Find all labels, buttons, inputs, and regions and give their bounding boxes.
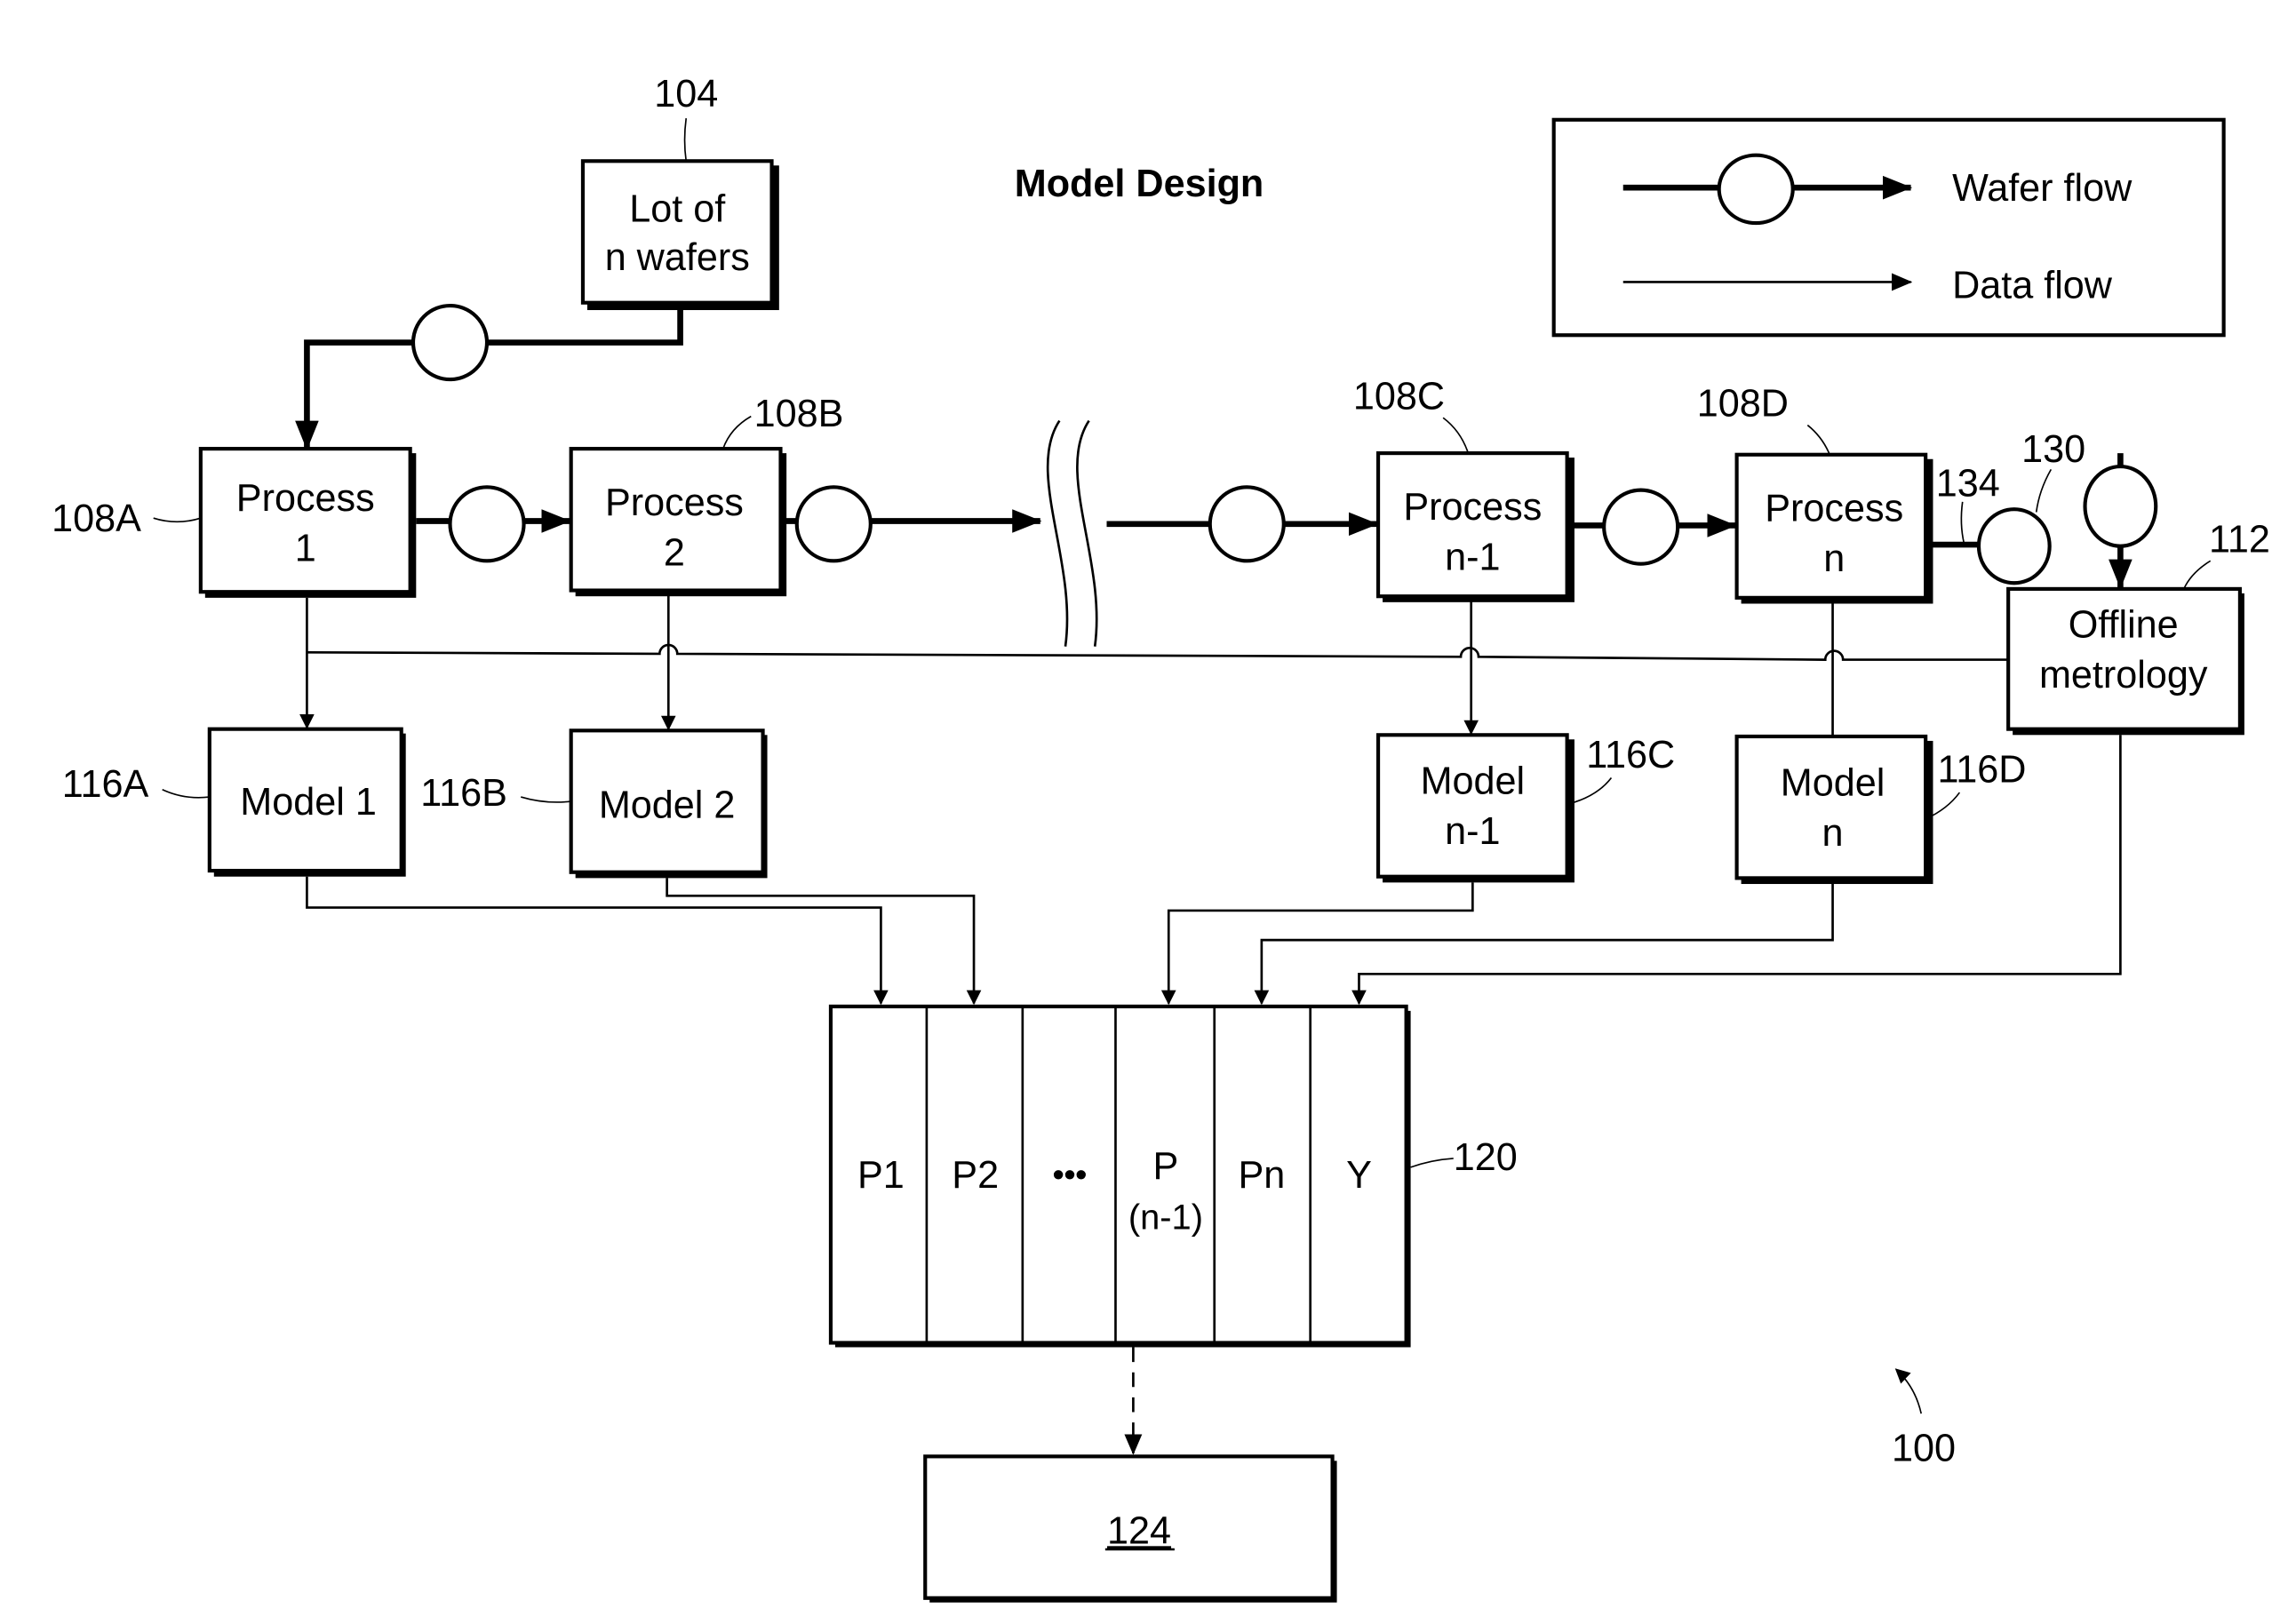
wafer-icon: [1976, 507, 2052, 585]
column-p1: P1: [857, 1154, 905, 1197]
ref-model-1: 116A: [62, 763, 149, 806]
ref-process-2: 108B: [754, 393, 844, 435]
column-y: Y: [1346, 1154, 1372, 1197]
ref-table: 120: [1454, 1136, 1518, 1179]
svg-text:1: 1: [295, 527, 316, 569]
ref-model-2: 116B: [420, 772, 507, 815]
process-2-box: Process 2: [569, 447, 787, 597]
legend: Wafer flow Data flow: [1551, 117, 2226, 338]
model-n-box: Model n: [1734, 734, 1933, 885]
ref-process-1: 108A: [52, 498, 141, 540]
process-n-box: Process n: [1734, 452, 1933, 604]
output-ref: 124: [1107, 1509, 1171, 1552]
svg-text:n-1: n-1: [1445, 536, 1500, 578]
svg-text:n wafers: n wafers: [605, 236, 750, 279]
svg-text:Model: Model: [1421, 760, 1526, 803]
metrology-data-bus: [307, 643, 2009, 661]
svg-text:n: n: [1822, 812, 1844, 855]
ref-process-n: 108D: [1697, 383, 1789, 426]
svg-text:2: 2: [664, 531, 685, 574]
wafer-icon: [794, 485, 873, 563]
data-flow-mn-1-to-pn-1: [1160, 882, 1474, 1006]
ref-metrology: 112: [2209, 518, 2270, 561]
wafer-icon: [1717, 153, 1795, 226]
ref-wafer-line: 134: [1936, 462, 2000, 505]
svg-text:Lot of: Lot of: [629, 187, 726, 230]
break-line-icon: [1046, 419, 1069, 647]
process-1-box: Process 1: [198, 447, 417, 598]
figure-ref: 100: [1892, 1427, 1956, 1469]
lot-box: Lot of n wafers: [580, 159, 779, 311]
model-n-1-box: Model n-1: [1375, 733, 1575, 883]
figure-ref-arrow-icon: [1894, 1368, 1923, 1414]
legend-data-flow: Data flow: [1952, 265, 2113, 307]
ref-process-n-1: 108C: [1353, 375, 1445, 418]
ref-lot: 104: [654, 73, 718, 115]
wafer-flow-lot-to-p1: [295, 310, 683, 450]
process-n-1-box: Process n-1: [1375, 451, 1575, 602]
wafer-icon: [1208, 485, 1286, 563]
column-p2: P2: [952, 1154, 999, 1197]
column-p-n-1-sub: (n-1): [1128, 1198, 1203, 1238]
model-2-box: Model 2: [569, 728, 768, 879]
svg-text:Model: Model: [1781, 761, 1885, 804]
column-pn: Pn: [1238, 1154, 1285, 1197]
output-box: 124: [923, 1454, 1337, 1603]
ref-wafer-circle: 130: [2021, 428, 2085, 471]
wafer-icon: [411, 303, 490, 382]
diagram-title: Model Design: [1015, 163, 1264, 205]
column-p-n-1: P: [1153, 1145, 1179, 1188]
svg-text:Process: Process: [1403, 486, 1542, 529]
ref-model-n: 116D: [1937, 748, 2026, 791]
svg-text:n-1: n-1: [1445, 810, 1500, 853]
legend-wafer-flow: Wafer flow: [1952, 167, 2133, 210]
wafer-icon: [2083, 464, 2158, 548]
svg-text:Process: Process: [1765, 488, 1903, 530]
column-ellipsis: •••: [1053, 1156, 1087, 1192]
wafer-icon: [448, 485, 526, 563]
svg-text:Model 2: Model 2: [599, 784, 736, 826]
offline-metrology-box: Offline metrology: [2006, 586, 2244, 736]
svg-text:Model 1: Model 1: [240, 781, 377, 824]
wafer-icon: [1602, 488, 1680, 566]
model-1-box: Model 1: [207, 727, 406, 877]
svg-text:Process: Process: [605, 482, 744, 524]
data-flow-mn-to-pn: [1254, 882, 1834, 1006]
data-table: P1 P2 ••• P (n-1) Pn Y: [828, 1004, 1411, 1348]
model-design-diagram: Model Design Wafer flow Data flow Lot of…: [52, 73, 2270, 1603]
svg-text:Process: Process: [236, 477, 375, 520]
ref-model-n-1: 116C: [1586, 734, 1675, 776]
svg-text:metrology: metrology: [2039, 654, 2208, 697]
svg-text:Offline: Offline: [2069, 604, 2179, 647]
svg-text:n: n: [1823, 537, 1845, 580]
data-flow-m2-to-p2: [666, 878, 982, 1006]
